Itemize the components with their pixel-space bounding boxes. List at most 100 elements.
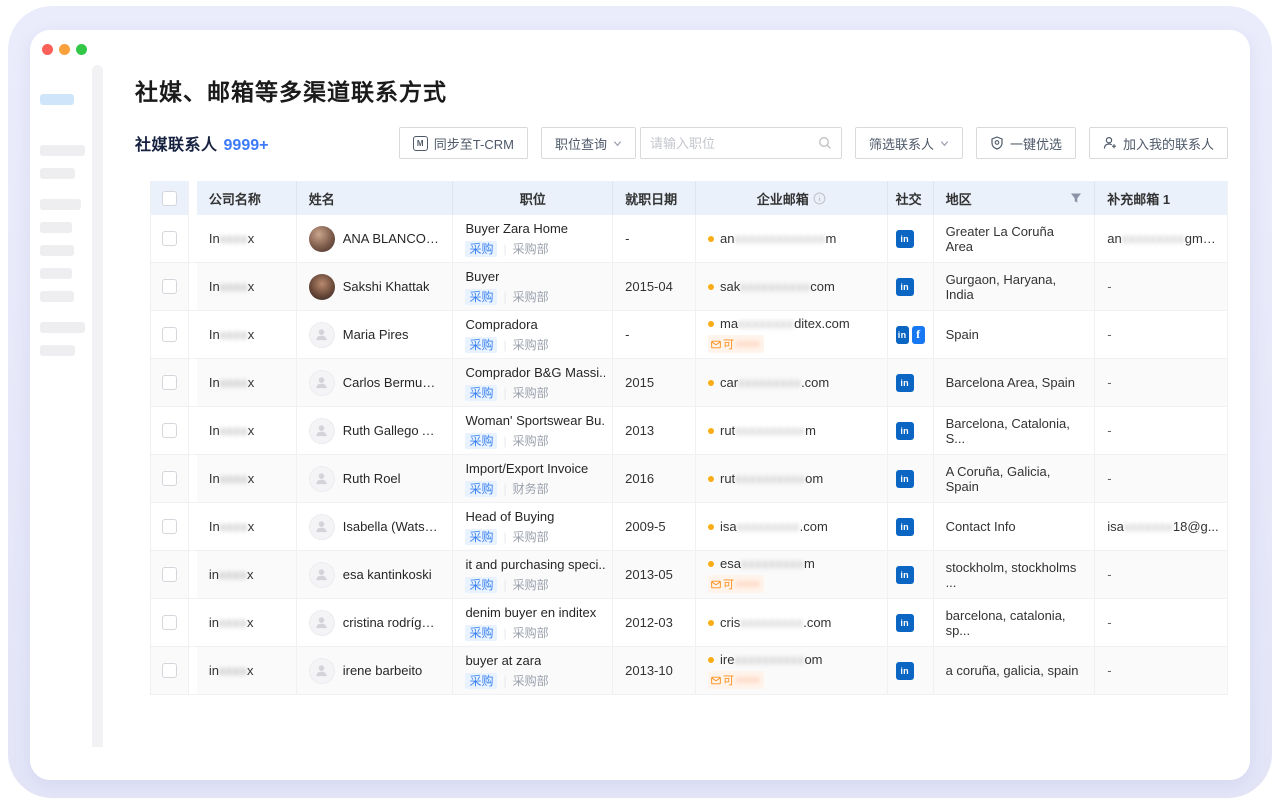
avatar xyxy=(309,226,335,252)
envelope-icon xyxy=(711,676,721,685)
reachable-label: 可 xyxy=(723,672,734,688)
company-cell: Inxxxxx xyxy=(197,311,297,358)
filter-funnel-icon[interactable] xyxy=(1070,192,1082,204)
sidebar-active-item[interactable] xyxy=(40,94,74,105)
position-title: Comprador B&G Massi... xyxy=(465,365,605,381)
badge-icon xyxy=(990,136,1004,150)
company-cell: Inxxxxx xyxy=(197,455,297,502)
email-status-dot xyxy=(708,321,714,327)
contact-name: Maria Pires xyxy=(343,327,409,342)
tag-separator: | xyxy=(503,626,506,640)
decorative-frame: 社媒、邮箱等多渠道联系方式 社媒联系人 9999+ M 同步至T-CRM 职位查… xyxy=(8,6,1272,798)
purchase-tag: 采购 xyxy=(465,433,497,449)
position-title: denim buyer en inditex xyxy=(465,605,596,621)
name-cell: cristina rodríguez xyxy=(297,599,454,646)
table-row[interactable]: inxxxxx cristina rodríguez denim buyer e… xyxy=(151,599,1227,647)
linkedin-icon[interactable]: in xyxy=(896,230,914,248)
position-search-input[interactable] xyxy=(650,136,818,151)
table-row[interactable]: Inxxxxx Isabella (Watson) L... Head of B… xyxy=(151,503,1227,551)
minimize-window-button[interactable] xyxy=(59,44,70,55)
fixed-column-gap xyxy=(189,455,197,502)
window-controls xyxy=(42,44,87,55)
company-cell: inxxxxx xyxy=(197,599,297,646)
email-status-dot xyxy=(708,620,714,626)
email-status-dot xyxy=(708,284,714,290)
position-cell: Import/Export Invoice 采购 | 财务部 xyxy=(453,455,613,502)
linkedin-icon[interactable]: in xyxy=(896,326,909,344)
email-address: sakxxxxxxxxxxcom xyxy=(708,279,835,295)
linkedin-icon[interactable]: in xyxy=(896,422,914,440)
avatar xyxy=(309,322,335,348)
extra-email-cell: anxxxxxxxxxgm… xyxy=(1095,215,1227,262)
filter-contacts-dropdown[interactable]: 筛选联系人 xyxy=(855,127,963,159)
table-row[interactable]: Inxxxxx ANA BLANCO REY Buyer Zara Home 采… xyxy=(151,215,1227,263)
purchase-tag: 采购 xyxy=(465,385,497,401)
linkedin-icon[interactable]: in xyxy=(896,566,914,584)
avatar xyxy=(309,562,335,588)
table-row[interactable]: Inxxxxx Maria Pires Compradora 采购 | 采购部 … xyxy=(151,311,1227,359)
person-placeholder-icon xyxy=(314,615,329,630)
start-date-cell: 2013-05 xyxy=(613,551,696,598)
row-checkbox[interactable] xyxy=(162,567,177,582)
reachable-badge: 可 xxxx xyxy=(708,335,764,353)
row-checkbox[interactable] xyxy=(162,375,177,390)
linkedin-icon[interactable]: in xyxy=(896,278,914,296)
email-address: maxxxxxxxxditex.com xyxy=(708,316,850,332)
info-icon[interactable] xyxy=(813,192,826,205)
sidebar-skeleton-item xyxy=(40,199,81,210)
purchase-tag: 采购 xyxy=(465,241,497,257)
table-row[interactable]: Inxxxxx Carlos Bermudo Cr... Comprador B… xyxy=(151,359,1227,407)
contacts-count[interactable]: 9999+ xyxy=(224,137,269,155)
fixed-column-gap xyxy=(189,599,197,646)
position-cell: Head of Buying 采购 | 采购部 xyxy=(453,503,613,550)
maximize-window-button[interactable] xyxy=(76,44,87,55)
row-checkbox[interactable] xyxy=(162,615,177,630)
social-cell: in xyxy=(888,263,934,310)
extra-email: anxxxxxxxxxgm… xyxy=(1107,231,1216,246)
one-click-optimize-button[interactable]: 一键优选 xyxy=(976,127,1076,159)
extra-email-cell: - xyxy=(1095,599,1227,646)
table-body: Inxxxxx ANA BLANCO REY Buyer Zara Home 采… xyxy=(151,215,1227,695)
row-checkbox[interactable] xyxy=(162,471,177,486)
linkedin-icon[interactable]: in xyxy=(896,374,914,392)
row-checkbox[interactable] xyxy=(162,423,177,438)
facebook-icon[interactable]: f xyxy=(912,326,925,344)
person-placeholder-icon xyxy=(314,663,329,678)
add-to-my-contacts-button[interactable]: 加入我的联系人 xyxy=(1089,127,1228,159)
extra-email-cell: - xyxy=(1095,455,1227,502)
name-cell: Isabella (Watson) L... xyxy=(297,503,454,550)
table-row[interactable]: inxxxxx esa kantinkoski it and purchasin… xyxy=(151,551,1227,599)
table-row[interactable]: Inxxxxx Sakshi Khattak Buyer 采购 | 采购部 20… xyxy=(151,263,1227,311)
sync-crm-button[interactable]: M 同步至T-CRM xyxy=(399,127,528,159)
row-checkbox[interactable] xyxy=(162,279,177,294)
row-checkbox[interactable] xyxy=(162,327,177,342)
linkedin-icon[interactable]: in xyxy=(896,662,914,680)
position-cell: it and purchasing speci... 采购 | 采购部 xyxy=(453,551,613,598)
toolbar: 社媒联系人 9999+ M 同步至T-CRM 职位查询 xyxy=(135,127,1228,159)
table-header: 公司名称 姓名 职位 就职日期 企业邮箱 社交 地区 补充邮箱 1 xyxy=(151,181,1227,215)
social-cell: inf xyxy=(888,311,934,358)
table-row[interactable]: Inxxxxx Ruth Gallego Agulló Woman' Sport… xyxy=(151,407,1227,455)
person-placeholder-icon xyxy=(314,519,329,534)
start-date-cell: 2009-5 xyxy=(613,503,696,550)
row-checkbox[interactable] xyxy=(162,663,177,678)
table-row[interactable]: inxxxxx irene barbeito buyer at zara 采购 … xyxy=(151,647,1227,695)
row-checkbox[interactable] xyxy=(162,231,177,246)
select-all-checkbox[interactable] xyxy=(162,191,177,206)
linkedin-icon[interactable]: in xyxy=(896,518,914,536)
search-icon[interactable] xyxy=(818,136,832,150)
envelope-icon xyxy=(711,340,721,349)
linkedin-icon[interactable]: in xyxy=(896,614,914,632)
position-query-dropdown[interactable]: 职位查询 xyxy=(541,127,636,159)
envelope-icon xyxy=(711,580,721,589)
table-row[interactable]: Inxxxxx Ruth Roel Import/Export Invoice … xyxy=(151,455,1227,503)
social-cell: in xyxy=(888,215,934,262)
name-cell: ANA BLANCO REY xyxy=(297,215,454,262)
linkedin-icon[interactable]: in xyxy=(896,470,914,488)
extra-email-cell: - xyxy=(1095,647,1227,694)
company-cell: Inxxxxx xyxy=(197,263,297,310)
close-window-button[interactable] xyxy=(42,44,53,55)
row-checkbox[interactable] xyxy=(162,519,177,534)
email-cell: sakxxxxxxxxxxcom xyxy=(696,263,888,310)
tag-separator: | xyxy=(503,242,506,256)
